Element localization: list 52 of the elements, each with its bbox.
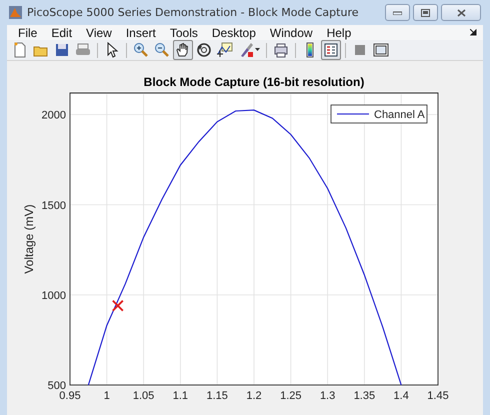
maximize-button[interactable] [413, 4, 438, 22]
zoom-in-icon [133, 42, 149, 58]
zoom-out-icon [154, 42, 170, 58]
brush-icon [238, 42, 254, 58]
x-tick-label: 0.95 [59, 390, 81, 402]
minimize-button[interactable] [385, 4, 410, 22]
x-tick-label: 1.05 [132, 390, 154, 402]
x-tick-label: 1.45 [427, 390, 449, 402]
save-icon [54, 42, 70, 58]
x-tick-label: 1.3 [320, 390, 336, 402]
x-tick-label: 1 [104, 390, 110, 402]
x-tick-label: 1.4 [394, 390, 409, 402]
x-tick-label: 1.1 [172, 390, 188, 402]
y-tick-label: 1500 [42, 200, 66, 212]
y-tick-label: 500 [48, 380, 66, 392]
x-tick-label: 1.25 [280, 390, 302, 402]
menu-item[interactable]: Help [320, 26, 360, 40]
legend-label: Channel A [374, 109, 425, 121]
cross-marker [112, 300, 124, 312]
x-tick-label: 1.2 [246, 390, 262, 402]
menu-item[interactable]: Window [264, 26, 321, 40]
menu-item[interactable]: View [80, 26, 120, 40]
caret-icon [255, 48, 260, 52]
minimize-icon [393, 10, 402, 15]
menu-item[interactable]: Insert [120, 26, 164, 40]
hide-tools-icon [352, 42, 368, 58]
y-tick-label: 1000 [42, 290, 66, 302]
new-file-icon [12, 42, 28, 58]
x-tick-label: 1.35 [354, 390, 376, 402]
dock-arrow-icon[interactable] [470, 29, 477, 36]
close-button[interactable] [441, 4, 481, 22]
chart-title: Block Mode Capture (16-bit resolution) [144, 75, 364, 89]
menu-item[interactable]: Tools [164, 26, 206, 40]
menu-item[interactable]: Desktop [206, 26, 264, 40]
pan-icon [175, 42, 191, 58]
menu-item[interactable]: File [12, 26, 46, 40]
close-icon [456, 8, 466, 17]
x-tick-label: 1.15 [206, 390, 228, 402]
app-icon [9, 6, 22, 20]
show-tools-icon [373, 42, 389, 58]
data-cursor-button[interactable] [215, 40, 235, 60]
window-title: PicoScope 5000 Series Demonstration - Block Mode Capture [27, 6, 360, 20]
y-tick-label: 2000 [42, 110, 66, 122]
y-axis-label: Voltage (mV) [22, 204, 36, 274]
maximize-icon [421, 8, 430, 17]
data-cursor-icon [217, 42, 233, 58]
rotate-icon [196, 42, 212, 58]
menu-item[interactable]: Edit [45, 26, 80, 40]
pan-button[interactable] [173, 40, 193, 60]
rotate-button[interactable] [194, 40, 214, 60]
legend-button[interactable] [321, 40, 341, 60]
legend-icon [323, 42, 339, 58]
